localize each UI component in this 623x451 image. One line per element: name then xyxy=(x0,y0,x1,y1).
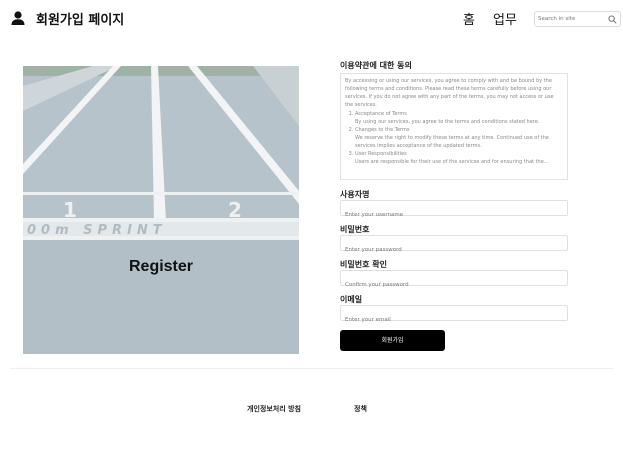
terms-item-text: By using our services, you agree to the … xyxy=(355,119,540,125)
confirm-password-label: 비밀번호 확인 xyxy=(340,260,387,269)
site-title: 회원가입 페이지 xyxy=(36,13,125,28)
terms-item: Acceptance of Terms By using our service… xyxy=(355,110,563,126)
email-field-box xyxy=(340,305,568,327)
search-icon[interactable] xyxy=(608,15,617,24)
username-field-box xyxy=(340,200,568,222)
terms-item-text: We reserve the right to modify these ter… xyxy=(355,135,549,149)
policy-link[interactable]: 정책 xyxy=(354,404,367,414)
terms-item: User Responsibilities Users are responsi… xyxy=(355,150,563,166)
terms-list: Acceptance of Terms By using our service… xyxy=(345,110,563,166)
hero-image: 1 2 00m SPRINT Register xyxy=(23,66,299,354)
search-input[interactable] xyxy=(538,13,608,25)
terms-item-title: Changes to the Terms xyxy=(355,127,410,133)
terms-item: Changes to the Terms We reserve the righ… xyxy=(355,126,563,150)
terms-box[interactable]: By accessing or using our services, you … xyxy=(340,73,568,180)
password-label: 비밀번호 xyxy=(340,225,370,234)
terms-intro: By accessing or using our services, you … xyxy=(345,78,554,108)
terms-label: 이용약관에 대한 동의 xyxy=(340,61,412,70)
lane-number-2: 2 xyxy=(228,198,242,222)
running-track-image: 1 2 00m SPRINT xyxy=(23,66,299,354)
privacy-policy-link[interactable]: 개인정보처리 방침 xyxy=(247,404,301,414)
nav-home-link[interactable]: 홈 xyxy=(463,9,475,28)
email-input[interactable] xyxy=(341,313,567,327)
username-label: 사용자명 xyxy=(340,190,370,199)
password-field-box xyxy=(340,235,568,257)
register-heading: Register xyxy=(128,258,194,275)
password-input[interactable] xyxy=(341,243,567,257)
terms-item-title: Acceptance of Terms xyxy=(355,111,407,117)
username-input[interactable] xyxy=(341,208,567,222)
terms-item-text: Users are responsible for their use of t… xyxy=(355,159,549,165)
register-button[interactable]: 회원가입 xyxy=(340,330,445,351)
user-icon xyxy=(11,11,25,25)
lane-number-1: 1 xyxy=(63,198,77,222)
footer-divider xyxy=(10,368,613,369)
email-label: 이메일 xyxy=(340,295,363,304)
confirm-password-input[interactable] xyxy=(341,278,567,292)
search-box xyxy=(534,11,621,27)
track-text: 00m SPRINT xyxy=(27,223,167,238)
terms-item-title: User Responsibilities xyxy=(355,151,407,157)
header: 회원가입 페이지 홈 업무 xyxy=(0,0,623,38)
nav-work-link[interactable]: 업무 xyxy=(493,9,517,28)
confirm-password-field-box xyxy=(340,270,568,292)
